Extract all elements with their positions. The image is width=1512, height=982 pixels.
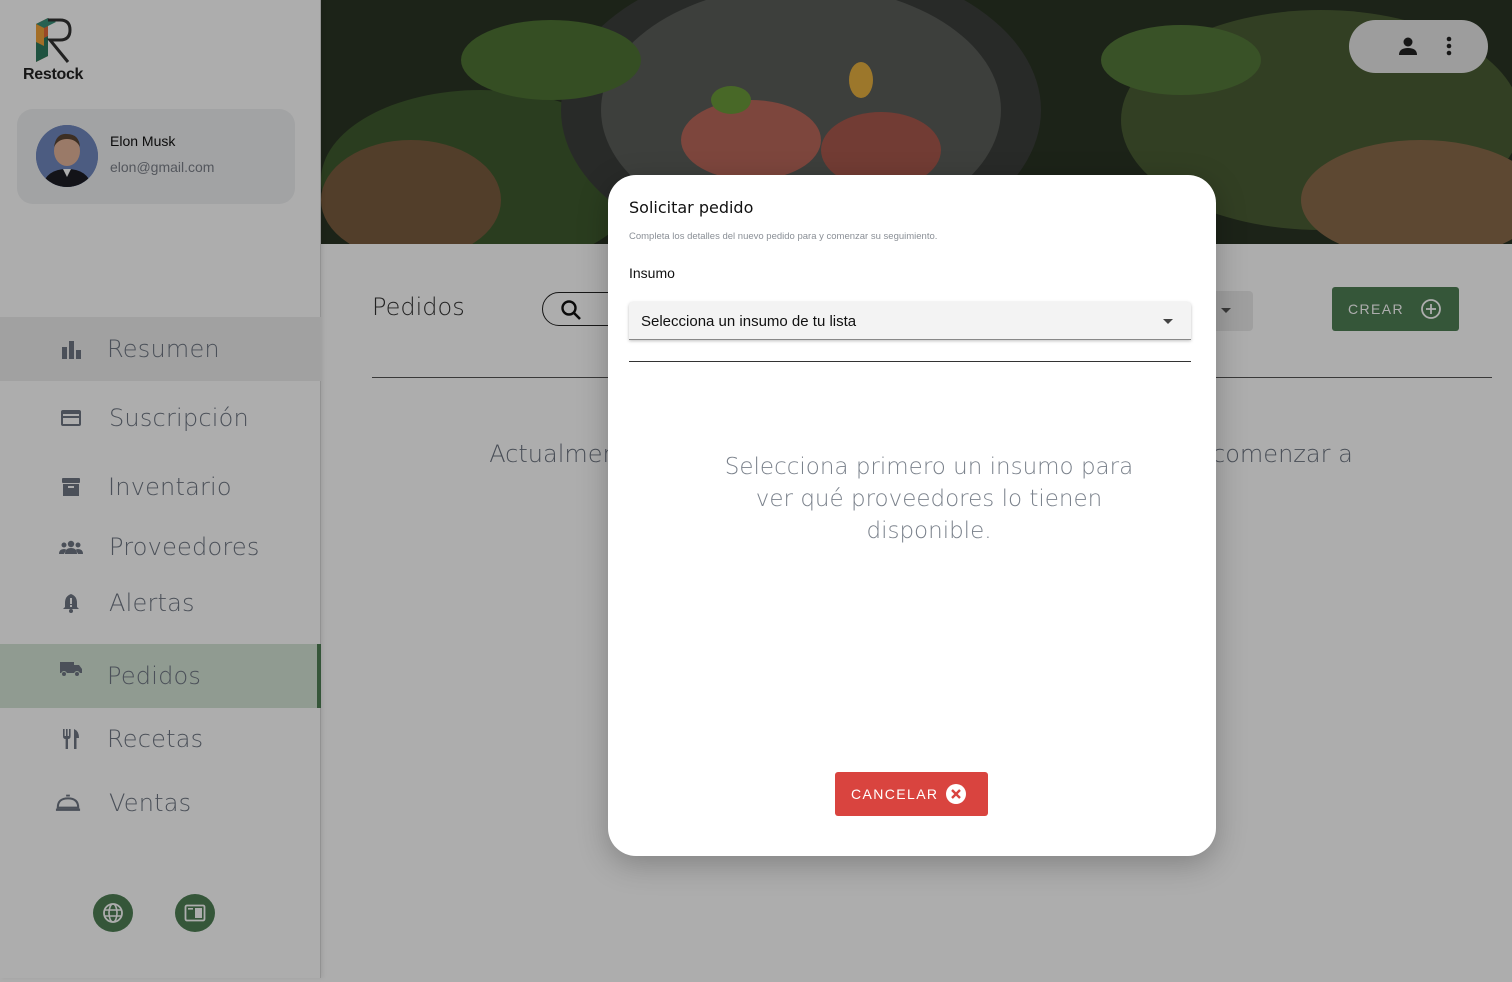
dialog-title: Solicitar pedido [629, 198, 754, 217]
supplier-info-message: Selecciona primero un insumo para ver qu… [724, 454, 1134, 544]
insumo-select-value: Selecciona un insumo de tu lista [641, 313, 857, 330]
app-root: Restock Elon Musk elon@gmail.com Resumen [0, 0, 1512, 982]
chevron-down-icon [1163, 319, 1173, 324]
cancel-button[interactable]: CANCELAR [835, 772, 988, 816]
insumo-select[interactable]: Selecciona un insumo de tu lista [629, 302, 1191, 340]
insumo-label: Insumo [629, 265, 675, 281]
divider [629, 361, 1191, 362]
close-circle-icon [946, 784, 966, 804]
request-order-dialog: Solicitar pedido Completa los detalles d… [608, 175, 1216, 856]
dialog-subtitle: Completa los detalles del nuevo pedido p… [629, 231, 938, 242]
cancel-button-label: CANCELAR [851, 786, 939, 802]
